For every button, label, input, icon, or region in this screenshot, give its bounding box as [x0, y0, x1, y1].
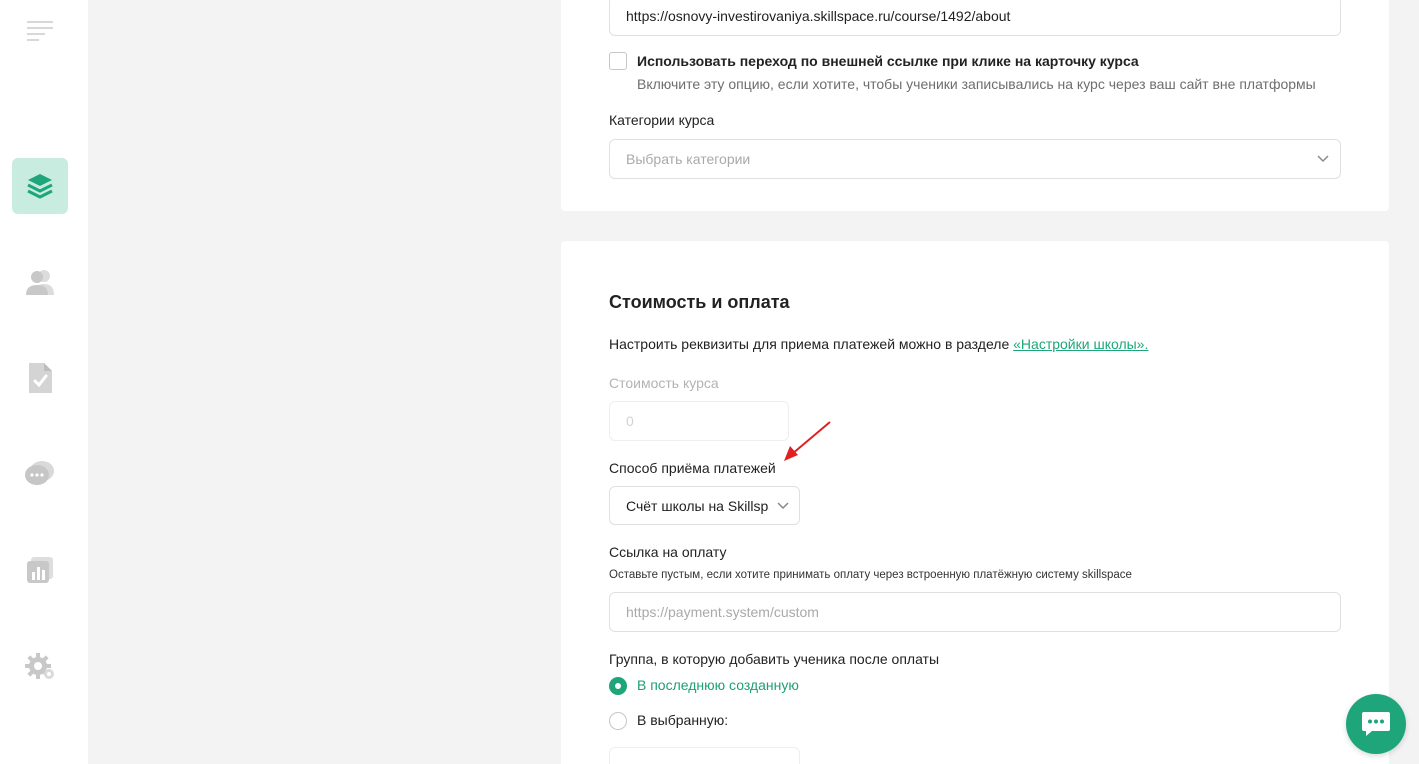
group-select[interactable]	[609, 747, 800, 764]
categories-label: Категории курса	[609, 112, 715, 128]
course-settings-card: https://osnovy-investirovaniya.skillspac…	[561, 0, 1389, 211]
sidebar-item-analytics[interactable]	[12, 542, 68, 598]
payment-method-label: Способ приёма платежей	[609, 460, 776, 476]
radio-last-created-label: В последнюю созданную	[637, 677, 799, 693]
support-chat-button[interactable]	[1346, 694, 1406, 754]
sidebar	[0, 0, 88, 764]
chat-bubble-icon	[1362, 712, 1390, 736]
radio-last-created[interactable]	[609, 677, 627, 695]
chevron-down-icon	[777, 502, 789, 510]
chevron-down-icon	[1317, 155, 1329, 163]
course-url-input[interactable]: https://osnovy-investirovaniya.skillspac…	[609, 0, 1341, 36]
school-settings-link[interactable]: «Настройки школы».	[1013, 336, 1148, 352]
users-icon	[26, 270, 54, 295]
price-label: Стоимость курса	[609, 375, 719, 391]
sidebar-item-chats[interactable]	[12, 446, 68, 502]
document-check-icon	[29, 363, 52, 393]
payment-method-select[interactable]: Счёт школы на Skillspace	[609, 486, 800, 525]
sidebar-item-homework[interactable]	[12, 350, 68, 406]
payment-link-placeholder: https://payment.system/custom	[626, 604, 819, 620]
payment-link-label: Ссылка на оплату	[609, 544, 727, 560]
external-link-checkbox[interactable]	[609, 52, 627, 70]
sidebar-item-courses[interactable]	[12, 158, 68, 214]
price-input[interactable]: 0	[609, 401, 789, 441]
radio-selected-group[interactable]	[609, 712, 627, 730]
sidebar-item-settings[interactable]	[12, 638, 68, 694]
payment-intro: Настроить реквизиты для приема платежей …	[609, 336, 1148, 352]
payment-title: Стоимость и оплата	[609, 292, 790, 312]
categories-select[interactable]: Выбрать категории	[609, 139, 1341, 179]
external-link-hint: Включите эту опцию, если хотите, чтобы у…	[637, 76, 1316, 92]
payment-card: Стоимость и оплата Настроить реквизиты д…	[561, 241, 1389, 764]
radio-selected-group-label: В выбранную:	[637, 712, 729, 728]
categories-placeholder: Выбрать категории	[626, 151, 751, 167]
payment-method-value: Счёт школы на Skillspace	[626, 497, 769, 514]
layers-icon	[27, 174, 53, 199]
menu-toggle-icon[interactable]	[27, 20, 53, 42]
sidebar-item-users[interactable]	[12, 254, 68, 310]
payment-intro-text: Настроить реквизиты для приема платежей …	[609, 336, 1014, 352]
payment-link-input[interactable]: https://payment.system/custom	[609, 592, 1341, 632]
payment-link-hint: Оставьте пустым, если хотите принимать о…	[609, 569, 1132, 581]
gear-icon	[25, 653, 54, 679]
chat-icon	[25, 461, 54, 485]
external-link-label: Использовать переход по внешней ссылке п…	[637, 53, 1139, 69]
group-label: Группа, в которую добавить ученика после…	[609, 651, 940, 667]
content-background	[88, 0, 561, 764]
chart-icon	[27, 557, 53, 583]
annotation-arrow-icon	[784, 421, 831, 461]
